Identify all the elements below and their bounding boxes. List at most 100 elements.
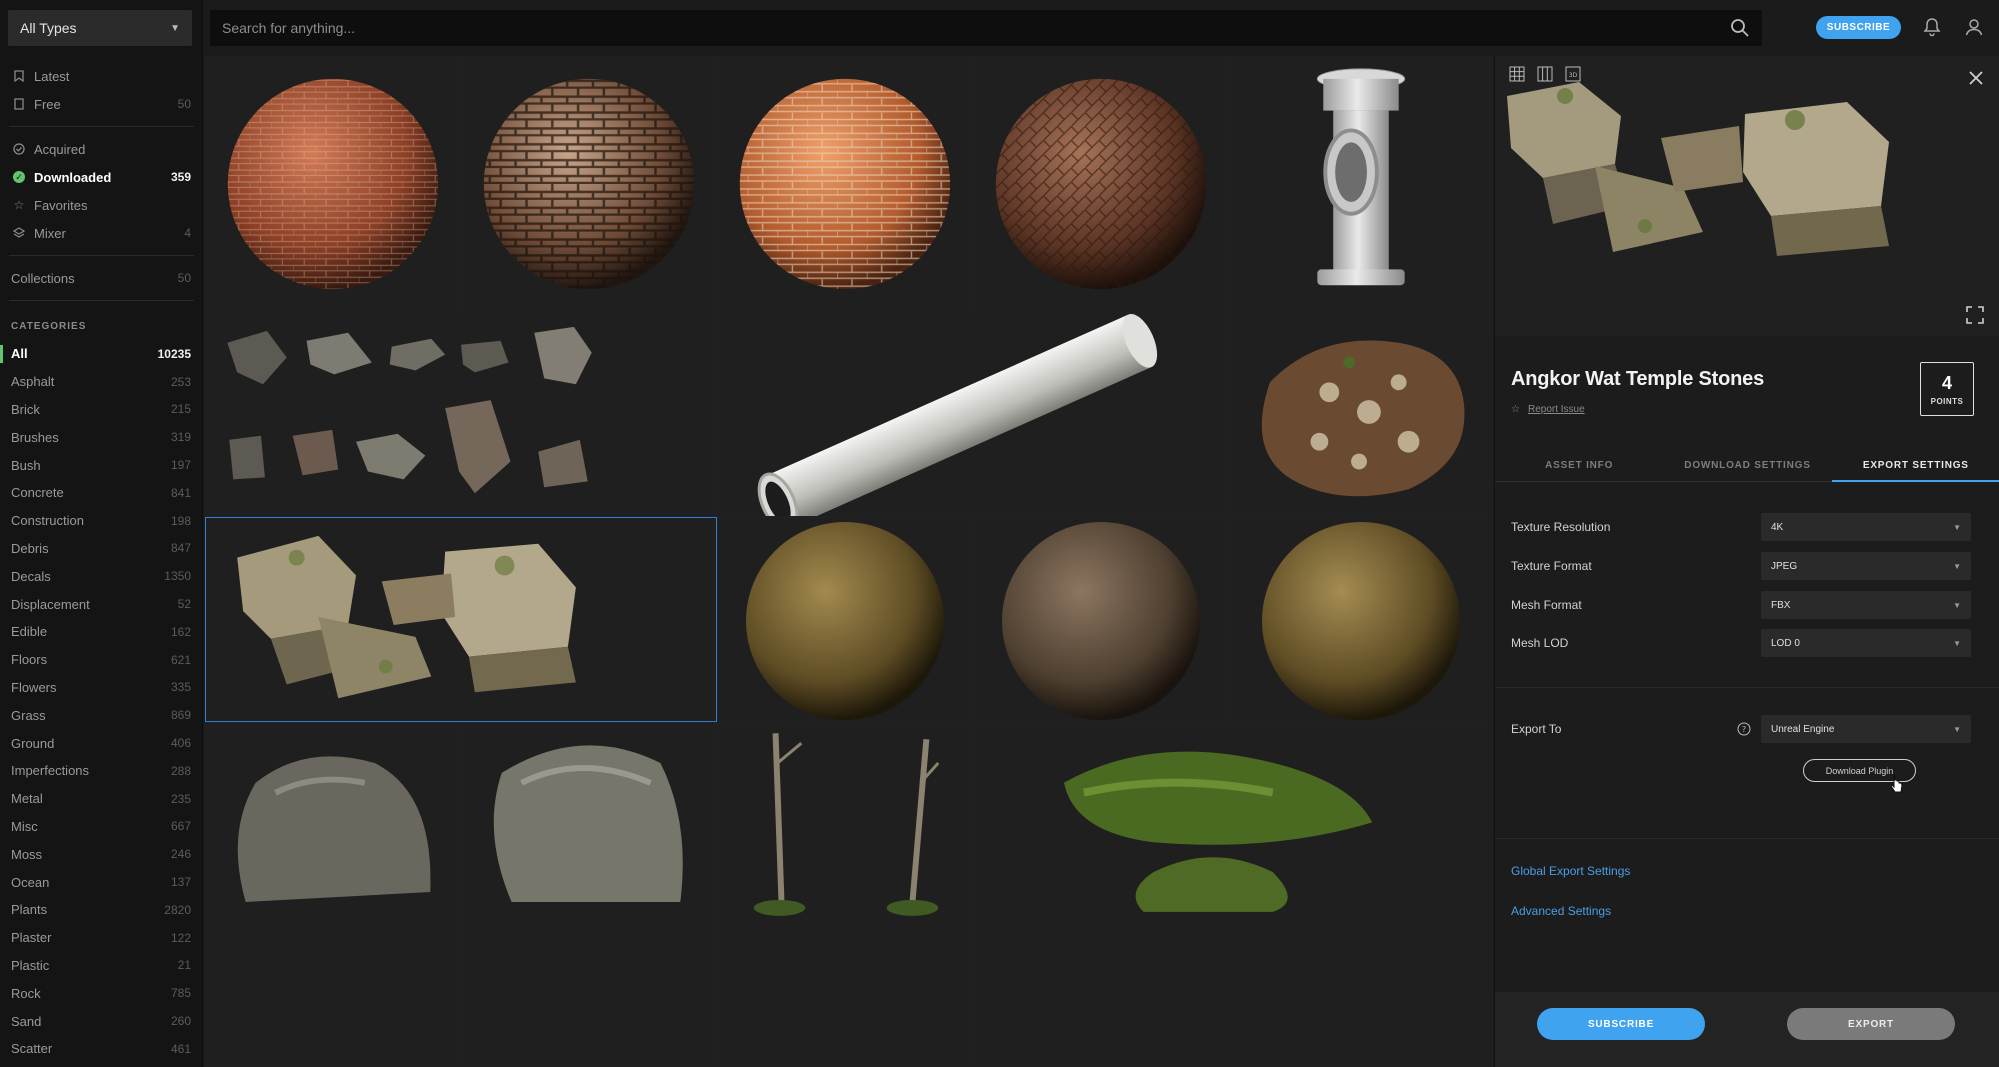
chevron-down-icon: ▼ (170, 22, 180, 34)
category-item-imperfections[interactable]: Imperfections 288 (0, 757, 203, 785)
category-count: 21 (177, 958, 191, 973)
panel-tabs: ASSET INFO DOWNLOAD SETTINGS EXPORT SETT… (1495, 450, 1999, 482)
export-to-select[interactable]: Unreal Engine ▼ (1761, 715, 1971, 743)
category-item-grass[interactable]: Grass 869 (0, 701, 203, 729)
nav-item-free[interactable]: Free 50 (0, 90, 203, 118)
columns-view-icon[interactable] (1537, 66, 1553, 82)
category-item-construction[interactable]: Construction 198 (0, 507, 203, 535)
category-item-brushes[interactable]: Brushes 319 (0, 423, 203, 451)
nav-divider (9, 255, 194, 256)
search-icon[interactable] (1730, 18, 1750, 38)
category-item-misc[interactable]: Misc 667 (0, 813, 203, 841)
mesh-lod-select[interactable]: LOD 0 ▼ (1761, 629, 1971, 657)
nav-item-count: 50 (177, 271, 191, 285)
texture-format-select[interactable]: JPEG ▼ (1761, 552, 1971, 580)
asset-tile-rough-brick[interactable] (461, 56, 717, 312)
mesh-format-select[interactable]: FBX ▼ (1761, 591, 1971, 619)
category-item-all[interactable]: All 10235 (0, 340, 203, 368)
asset-tile-rubble-pile[interactable] (1229, 312, 1493, 517)
category-item-moss[interactable]: Moss 246 (0, 840, 203, 868)
nav-item-collections[interactable]: Collections 50 (0, 264, 203, 292)
nav-item-label: Acquired (34, 141, 86, 157)
bell-icon[interactable] (1921, 16, 1943, 38)
category-item-asphalt[interactable]: Asphalt 253 (0, 368, 203, 396)
nav-item-mixer[interactable]: Mixer 4 (0, 219, 203, 247)
category-item-plaster[interactable]: Plaster 122 (0, 924, 203, 952)
nav-item-label: Latest (34, 68, 70, 84)
category-item-rock[interactable]: Rock 785 (0, 979, 203, 1007)
search-input[interactable] (222, 20, 1730, 36)
category-item-debris[interactable]: Debris 847 (0, 535, 203, 563)
grid-view-icon[interactable] (1509, 66, 1525, 82)
fullscreen-icon[interactable] (1966, 306, 1984, 324)
category-item-plants[interactable]: Plants 2820 (0, 896, 203, 924)
asset-tile-concrete-pipe-junction[interactable] (1229, 56, 1493, 312)
category-item-edible[interactable]: Edible 162 (0, 618, 203, 646)
tab-export-settings[interactable]: EXPORT SETTINGS (1831, 450, 1999, 482)
category-label: Displacement (11, 596, 90, 612)
category-count: 2820 (164, 902, 191, 917)
category-item-ocean[interactable]: Ocean 137 (0, 868, 203, 896)
select-value: Unreal Engine (1771, 723, 1835, 735)
asset-title: Angkor Wat Temple Stones (1511, 368, 1765, 390)
subscribe-button[interactable]: SUBSCRIBE (1537, 1008, 1705, 1040)
asset-preview[interactable]: 3D (1495, 56, 1999, 336)
nav-item-downloaded[interactable]: ✓ Downloaded 359 (0, 163, 203, 191)
asset-tile-branches[interactable] (717, 722, 973, 1067)
report-issue-link[interactable]: Report Issue (1528, 404, 1585, 415)
subscribe-button-top[interactable]: SUBSCRIBE (1816, 16, 1901, 39)
category-item-flowers[interactable]: Flowers 335 (0, 674, 203, 702)
category-count: 122 (170, 930, 191, 945)
category-item-bush[interactable]: Bush 197 (0, 451, 203, 479)
category-item-displacement[interactable]: Displacement 52 (0, 590, 203, 618)
asset-tile-mud-ground[interactable] (973, 517, 1229, 722)
category-item-brick[interactable]: Brick 215 (0, 396, 203, 424)
asset-tile-moss-ground-1[interactable] (717, 517, 973, 722)
global-export-settings-link[interactable]: Global Export Settings (1511, 864, 1630, 878)
category-count: 198 (170, 513, 191, 528)
asset-tile-herringbone-brick[interactable] (973, 56, 1229, 312)
favorite-star-icon[interactable]: ☆ (1511, 404, 1520, 415)
chevron-down-icon: ▼ (1953, 724, 1961, 734)
texture-resolution-select[interactable]: 4K ▼ (1761, 513, 1971, 541)
category-label: Scatter (11, 1041, 53, 1057)
asset-tile-orange-brick[interactable] (717, 56, 973, 312)
category-item-metal[interactable]: Metal 235 (0, 785, 203, 813)
tab-asset-info[interactable]: ASSET INFO (1495, 450, 1663, 481)
tab-download-settings[interactable]: DOWNLOAD SETTINGS (1663, 450, 1831, 481)
category-label: Debris (11, 540, 49, 556)
nav-item-acquired[interactable]: Acquired (0, 135, 203, 163)
category-count: 137 (170, 875, 191, 890)
setting-texture-resolution: Texture Resolution 4K ▼ (1511, 512, 1986, 542)
asset-tile-boulder-2[interactable] (461, 722, 717, 1067)
nav-item-favorites[interactable]: ☆ Favorites (0, 191, 203, 219)
category-item-decals[interactable]: Decals 1350 (0, 562, 203, 590)
nav-item-latest[interactable]: Latest (0, 62, 203, 90)
asset-tile-boulder-1[interactable] (205, 722, 461, 1067)
help-icon[interactable]: ? (1737, 722, 1751, 736)
asset-tile-concrete-debris[interactable] (205, 312, 717, 517)
asset-tile-mossy-rocks[interactable] (973, 722, 1493, 1067)
category-label: Imperfections (11, 763, 90, 779)
close-icon[interactable] (1966, 68, 1986, 88)
category-count: 10235 (157, 346, 191, 361)
user-icon[interactable] (1963, 16, 1985, 38)
asset-tile-angkor-wat-temple-stones[interactable] (205, 517, 717, 722)
export-button[interactable]: EXPORT (1787, 1008, 1955, 1040)
category-item-concrete[interactable]: Concrete 841 (0, 479, 203, 507)
asset-type-select[interactable]: All Types ▼ (8, 10, 192, 46)
category-item-scatter[interactable]: Scatter 461 (0, 1035, 203, 1063)
asset-tile-red-brick[interactable] (205, 56, 461, 312)
advanced-settings-link[interactable]: Advanced Settings (1511, 904, 1611, 918)
category-item-ground[interactable]: Ground 406 (0, 729, 203, 757)
category-item-sand[interactable]: Sand 260 (0, 1007, 203, 1035)
setting-label: Texture Format (1511, 559, 1592, 573)
3d-view-icon[interactable]: 3D (1565, 66, 1581, 82)
category-item-plastic[interactable]: Plastic 21 (0, 952, 203, 980)
asset-type-select-value: All Types (20, 20, 77, 36)
category-item-floors[interactable]: Floors 621 (0, 646, 203, 674)
asset-tile-concrete-pipe[interactable] (717, 312, 1229, 517)
asset-tile-moss-ground-2[interactable] (1229, 517, 1493, 722)
setting-export-to: Export To ? Unreal Engine ▼ (1511, 714, 1986, 744)
svg-text:3D: 3D (1569, 72, 1578, 79)
